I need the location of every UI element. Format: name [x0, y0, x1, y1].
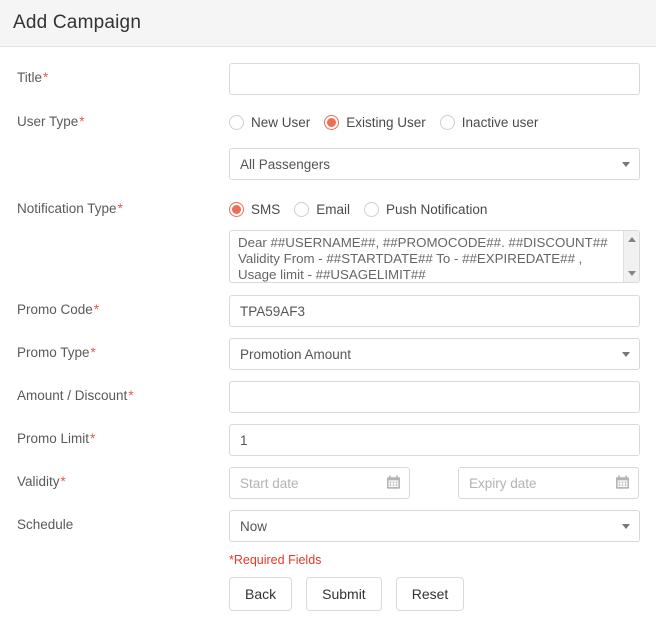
- promo-code-label: Promo Code*: [17, 295, 229, 318]
- message-line-3: Usage limit - ##USAGELIMIT##: [238, 267, 426, 282]
- amount-discount-label: Amount / Discount*: [17, 381, 229, 404]
- radio-new-user[interactable]: New User: [229, 114, 311, 130]
- notification-type-label-text: Notification Type: [17, 201, 117, 216]
- promo-limit-input[interactable]: [229, 424, 640, 456]
- form-row-validity: Validity*: [0, 467, 656, 499]
- required-asterisk: *: [128, 388, 134, 403]
- page-title: Add Campaign: [13, 12, 142, 33]
- notification-type-radio-group: SMS Email Push Notification: [229, 194, 640, 222]
- radio-sms[interactable]: SMS: [229, 201, 281, 217]
- radio-indicator-selected-icon: [324, 114, 340, 130]
- textarea-scrollbar[interactable]: [623, 231, 639, 282]
- form-row-user-type: User Type* New User Existing User Inacti…: [0, 107, 656, 135]
- required-asterisk: *: [93, 302, 100, 317]
- radio-existing-user[interactable]: Existing User: [324, 114, 426, 130]
- radio-indicator-selected-icon: [229, 201, 244, 217]
- radio-indicator-icon: [439, 114, 455, 130]
- scroll-up-arrow-icon[interactable]: [627, 237, 636, 242]
- promo-limit-label: Promo Limit*: [17, 424, 229, 447]
- message-line-2: Validity From - ##STARTDATE## To - ##EXP…: [238, 251, 583, 266]
- notification-type-label: Notification Type*: [17, 194, 229, 217]
- expiry-date-input[interactable]: [458, 467, 639, 499]
- required-asterisk: *: [90, 345, 96, 360]
- audience-select-value: All Passengers: [240, 156, 331, 172]
- required-asterisk: *: [117, 201, 123, 216]
- message-template-label-spacer: [17, 230, 229, 237]
- form-row-title: Title*: [0, 63, 656, 95]
- scroll-down-arrow-icon[interactable]: [627, 271, 636, 276]
- title-label: Title*: [17, 63, 229, 86]
- user-type-label-text: User Type: [17, 114, 79, 129]
- form-actions: Back Submit Reset: [229, 567, 640, 611]
- form-row-footer: *Required Fields Back Submit Reset: [0, 551, 656, 611]
- message-template-textarea[interactable]: Dear ##USERNAME##, ##PROMOCODE##. ##DISC…: [229, 230, 640, 283]
- radio-existing-user-label: Existing User: [346, 114, 426, 130]
- back-button[interactable]: Back: [229, 577, 293, 611]
- reset-button[interactable]: Reset: [395, 577, 465, 611]
- start-date-input[interactable]: [229, 467, 410, 499]
- radio-email-label: Email: [316, 201, 351, 217]
- radio-sms-label: SMS: [251, 201, 281, 217]
- form-row-notification-type: Notification Type* SMS Email Push Notifi…: [0, 194, 656, 222]
- start-date-field: [229, 467, 410, 499]
- radio-indicator-icon: [364, 201, 380, 217]
- schedule-select[interactable]: Now: [229, 510, 640, 542]
- radio-indicator-icon: [229, 114, 244, 130]
- required-asterisk: *: [43, 70, 49, 85]
- add-campaign-form: Title* User Type* New User Existing User: [0, 63, 656, 611]
- expiry-date-field: [458, 467, 639, 499]
- radio-email[interactable]: Email: [294, 201, 351, 217]
- schedule-label: Schedule: [17, 510, 229, 533]
- panel-header: Add Campaign: [0, 0, 656, 47]
- user-type-label: User Type*: [17, 107, 229, 130]
- promo-type-label: Promo Type*: [17, 338, 229, 361]
- schedule-select-value: Now: [240, 518, 268, 534]
- validity-label-text: Validity: [17, 474, 60, 489]
- promo-code-input[interactable]: [229, 295, 640, 327]
- message-template-content: Dear ##USERNAME##, ##PROMOCODE##. ##DISC…: [238, 235, 617, 282]
- schedule-label-text: Schedule: [17, 517, 74, 532]
- message-line-1: Dear ##USERNAME##, ##PROMOCODE##. ##DISC…: [238, 235, 608, 250]
- form-row-promo-limit: Promo Limit*: [0, 424, 656, 456]
- promo-code-label-text: Promo Code: [17, 302, 93, 317]
- submit-button[interactable]: Submit: [306, 577, 382, 611]
- required-asterisk: *: [90, 431, 96, 446]
- promo-type-select-value: Promotion Amount: [240, 346, 352, 362]
- form-row-promo-type: Promo Type* Promotion Amount: [0, 338, 656, 370]
- audience-select[interactable]: All Passengers: [229, 148, 640, 180]
- calendar-icon[interactable]: [386, 475, 401, 490]
- radio-inactive-user-label: Inactive user: [461, 114, 539, 130]
- radio-inactive-user[interactable]: Inactive user: [439, 114, 539, 130]
- chevron-down-icon: [622, 524, 630, 529]
- radio-new-user-label: New User: [251, 114, 311, 130]
- radio-push-notification[interactable]: Push Notification: [364, 201, 488, 217]
- amount-discount-input[interactable]: [229, 381, 640, 413]
- required-asterisk: *: [79, 114, 85, 129]
- required-fields-note: *Required Fields: [229, 553, 322, 567]
- required-asterisk: *: [60, 474, 66, 489]
- promo-type-label-text: Promo Type: [17, 345, 90, 360]
- form-row-message-template: Dear ##USERNAME##, ##PROMOCODE##. ##DISC…: [0, 230, 656, 283]
- user-type-radio-group: New User Existing User Inactive user: [229, 107, 640, 135]
- amount-discount-label-text: Amount / Discount: [17, 388, 128, 403]
- validity-date-group: [229, 467, 640, 499]
- calendar-icon[interactable]: [615, 475, 630, 490]
- form-row-amount-discount: Amount / Discount*: [0, 381, 656, 413]
- title-input[interactable]: [229, 63, 640, 95]
- chevron-down-icon: [622, 352, 630, 357]
- radio-push-notification-label: Push Notification: [386, 201, 488, 217]
- form-row-promo-code: Promo Code*: [0, 295, 656, 327]
- title-label-text: Title: [17, 70, 43, 85]
- chevron-down-icon: [622, 162, 630, 167]
- promo-type-select[interactable]: Promotion Amount: [229, 338, 640, 370]
- form-row-audience: All Passengers: [0, 148, 656, 180]
- footer-label-spacer: [17, 551, 229, 558]
- form-row-schedule: Schedule Now: [0, 510, 656, 542]
- radio-indicator-icon: [294, 201, 310, 217]
- audience-label-spacer: [17, 148, 229, 155]
- validity-label: Validity*: [17, 467, 229, 490]
- promo-limit-label-text: Promo Limit: [17, 431, 90, 446]
